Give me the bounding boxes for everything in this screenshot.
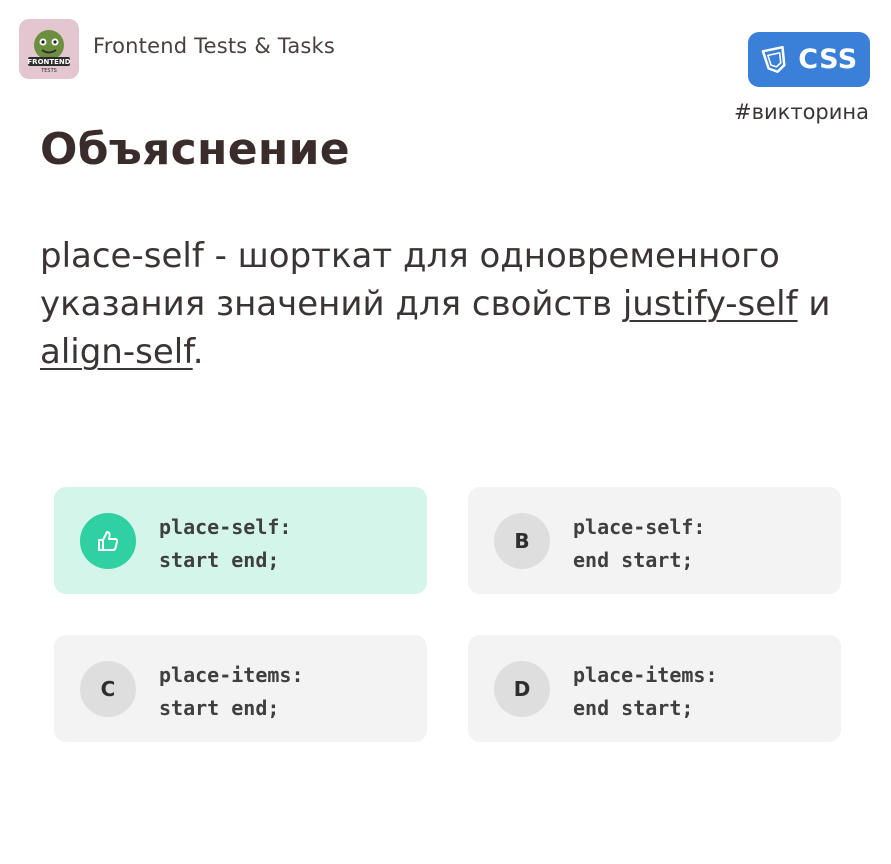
option-b-line-1: place-self: <box>573 515 706 539</box>
option-d-marker: D <box>494 661 550 717</box>
explanation-part-2: и <box>797 284 831 324</box>
thumbs-up-icon <box>98 531 119 551</box>
option-a-card[interactable]: place-self: start end; <box>54 487 427 594</box>
frontend-tests-logo-icon: FRONTEND TESTS <box>27 30 71 74</box>
option-a-line-2: start end; <box>159 548 280 572</box>
option-d-card[interactable]: D place-items: end start; <box>468 635 841 742</box>
explanation-part-3: . <box>192 332 204 372</box>
svg-text:TESTS: TESTS <box>40 68 57 74</box>
css-shield-icon <box>761 45 786 73</box>
channel-logo: FRONTEND TESTS <box>19 19 79 79</box>
option-a-code: place-self: start end; <box>159 511 291 577</box>
option-a-marker <box>80 513 136 569</box>
option-b-line-2: end start; <box>573 548 694 572</box>
option-b-card[interactable]: B place-self: end start; <box>468 487 841 594</box>
option-b-code: place-self: end start; <box>573 511 705 577</box>
option-a-line-1: place-self: <box>159 515 292 539</box>
explanation-text: place-self - шорткат для одновременного … <box>40 232 840 376</box>
option-c-line-2: start end; <box>159 696 280 720</box>
option-b-marker: B <box>494 513 550 569</box>
option-d-code: place-items: end start; <box>573 659 718 725</box>
channel-name: Frontend Tests & Tasks <box>93 34 336 58</box>
svg-text:FRONTEND: FRONTEND <box>27 58 70 66</box>
align-self-link[interactable]: align-self <box>40 332 193 372</box>
option-c-card[interactable]: C place-items: start end; <box>54 635 427 742</box>
justify-self-link[interactable]: justify-self <box>623 284 798 324</box>
option-d-line-1: place-items: <box>573 663 718 687</box>
option-c-code: place-items: start end; <box>159 659 304 725</box>
css-badge: CSS <box>748 32 870 87</box>
option-c-line-1: place-items: <box>159 663 304 687</box>
hashtag[interactable]: #викторина <box>734 100 869 124</box>
css-badge-label: CSS <box>798 44 858 75</box>
option-d-line-2: end start; <box>573 696 694 720</box>
section-title: Объяснение <box>40 124 350 175</box>
option-c-marker: C <box>80 661 136 717</box>
